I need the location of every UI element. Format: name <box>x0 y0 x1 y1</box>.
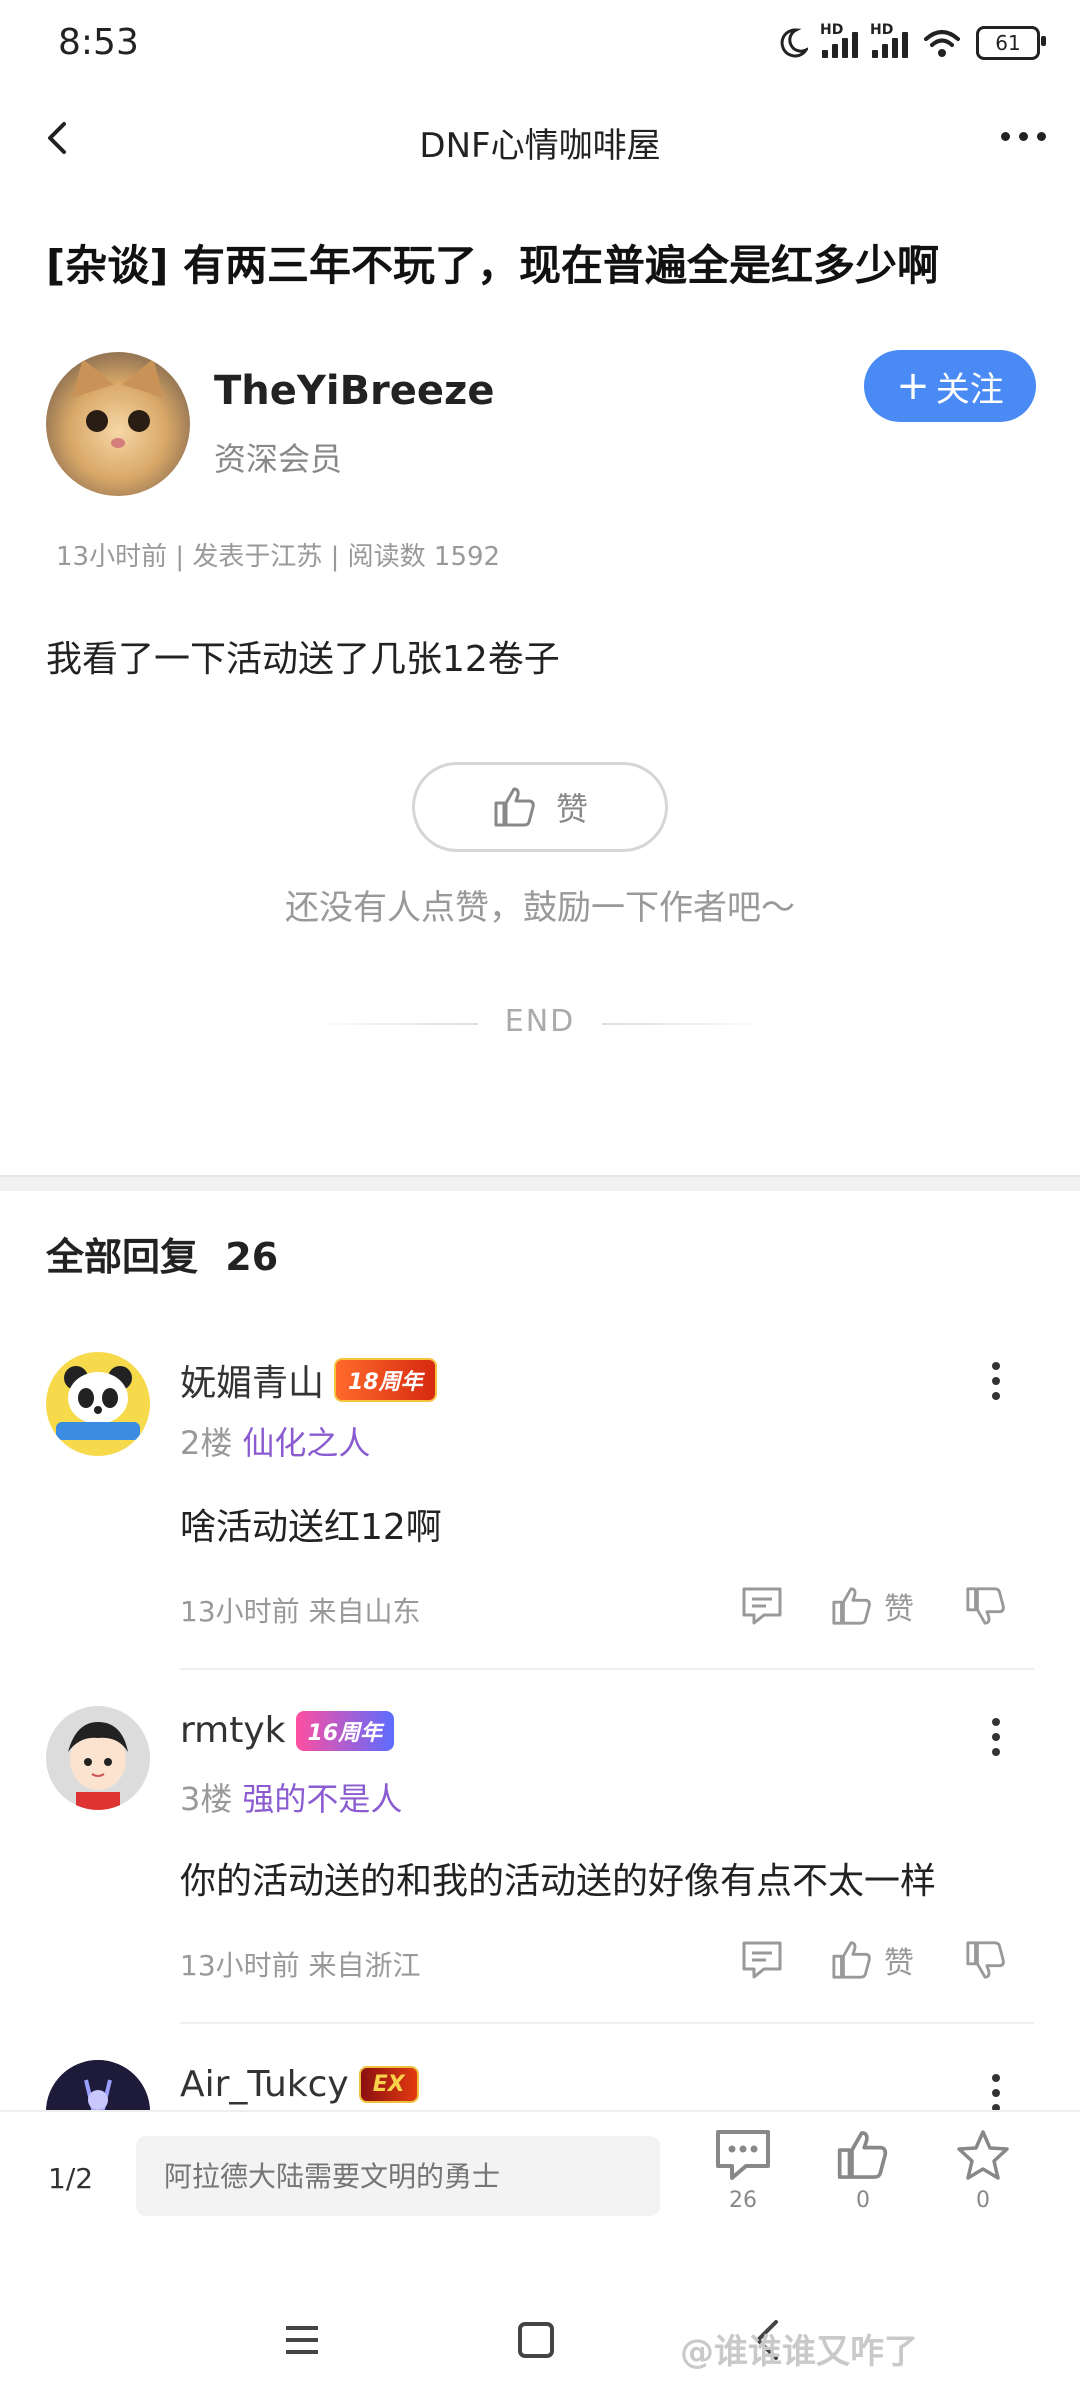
like-count: 0 <box>856 2188 870 2213</box>
reply-name: 妩媚青山 <box>180 1363 325 1404</box>
thumbs-up-icon <box>494 787 535 827</box>
floor-number: 3楼 <box>180 1780 233 1818</box>
reply-actions: 赞 <box>740 1584 1008 1628</box>
reply-more-icon[interactable] <box>990 1718 1002 1756</box>
comment-icon[interactable] <box>740 1585 784 1627</box>
page-indicator[interactable]: 1/2 <box>48 2162 93 2195</box>
reply-text: 啥活动送红12啊 <box>180 1507 442 1548</box>
plus-icon: + <box>896 363 930 409</box>
wifi-icon <box>924 30 960 57</box>
author-avatar[interactable] <box>46 352 190 496</box>
signal-icon: HD <box>820 22 858 58</box>
encourage-text: 还没有人点赞，鼓励一下作者吧～ <box>285 888 795 928</box>
star-icon <box>957 2130 1009 2180</box>
user-title: 仙化之人 <box>242 1424 371 1462</box>
reply-avatar[interactable] <box>46 1352 150 1456</box>
moon-icon <box>780 28 808 58</box>
replies-header: 全部回复 26 <box>46 1226 278 1281</box>
reply-divider <box>180 1668 1034 1670</box>
post-meta: 13小时前 | 发表于江苏 | 阅读数 1592 <box>56 542 501 572</box>
nav-bar: DNF心情咖啡屋 <box>0 90 1080 190</box>
reply-username[interactable]: Air_Tukcy EX <box>180 2064 419 2105</box>
reply-username[interactable]: 妩媚青山 18周年 <box>180 1354 437 1406</box>
post-like-button[interactable]: 赞 <box>412 762 668 852</box>
status-bar: 8:53 HD HD 61 <box>0 0 1080 90</box>
thumbs-down-icon[interactable] <box>964 1585 1008 1627</box>
fav-count: 0 <box>976 2188 990 2213</box>
like-label: 赞 <box>555 790 588 828</box>
reply-input[interactable] <box>136 2136 660 2216</box>
follow-label: 关注 <box>935 369 1004 410</box>
thumbs-down-icon[interactable] <box>964 1939 1008 1981</box>
reply-floor: 3楼 强的不是人 <box>180 1774 402 1820</box>
replies-count: 26 <box>225 1235 279 1279</box>
favorite-button[interactable]: 0 <box>948 2128 1018 2213</box>
follow-button[interactable]: + 关注 <box>864 350 1036 422</box>
status-time: 8:53 <box>58 22 139 63</box>
reply-actions: 赞 <box>740 1938 1008 1982</box>
post-body: 我看了一下活动送了几张12卷子 <box>46 639 560 680</box>
anniversary-badge: 16周年 <box>295 1710 395 1751</box>
home-icon[interactable] <box>516 2320 556 2360</box>
thumbs-up-icon[interactable] <box>830 1585 874 1627</box>
battery-icon: 61 <box>976 26 1046 60</box>
cartoon-avatar-icon <box>68 1722 128 1810</box>
reply-more-icon[interactable] <box>990 2074 1002 2112</box>
hd-label: HD <box>870 22 894 38</box>
status-icons: HD HD 61 <box>776 22 1046 60</box>
reply-divider <box>180 2022 1034 2024</box>
comment-icon <box>716 2130 770 2180</box>
page-title: DNF心情咖啡屋 <box>419 126 661 166</box>
author-role: 资深会员 <box>214 440 343 478</box>
reply-floor: 2楼 仙化之人 <box>180 1418 370 1464</box>
user-title: 强的不是人 <box>242 1780 403 1818</box>
like-label[interactable]: 赞 <box>884 1584 914 1628</box>
comments-button[interactable]: 26 <box>708 2128 778 2213</box>
reply-avatar[interactable] <box>46 1706 150 1810</box>
reply-username[interactable]: rmtyk 16周年 <box>180 1710 395 1751</box>
end-marker: END <box>504 1004 576 1039</box>
post-title: [杂谈] 有两三年不玩了，现在普遍全是红多少啊 <box>46 241 940 290</box>
like-button[interactable]: 0 <box>828 2128 898 2213</box>
more-icon[interactable] <box>1001 132 1046 141</box>
comment-count: 26 <box>729 2188 757 2213</box>
signal-icon: HD <box>870 22 908 58</box>
reply-meta: 13小时前 来自山东 <box>180 1595 421 1628</box>
thumbs-up-icon[interactable] <box>830 1939 874 1981</box>
menu-icon[interactable] <box>282 2320 322 2360</box>
reply-more-icon[interactable] <box>990 1362 1002 1400</box>
reply-text: 你的活动送的和我的活动送的好像有点不太一样 <box>180 1861 937 1902</box>
floor-number: 2楼 <box>180 1424 233 1462</box>
reply-name: rmtyk <box>180 1710 286 1751</box>
like-label[interactable]: 赞 <box>884 1938 914 1982</box>
reply-meta: 13小时前 来自浙江 <box>180 1949 421 1982</box>
thumbs-up-icon <box>837 2131 888 2179</box>
replies-label: 全部回复 <box>46 1235 199 1279</box>
panda-avatar-icon <box>56 1366 140 1440</box>
anniversary-badge: 18周年 <box>334 1358 437 1402</box>
watermark: @谁谁谁又咋了 <box>680 2332 918 2372</box>
reply-name: Air_Tukcy <box>180 2064 349 2105</box>
section-divider <box>0 1175 1080 1191</box>
hd-label: HD <box>820 22 844 38</box>
system-nav <box>0 2300 1080 2400</box>
author-name[interactable]: TheYiBreeze <box>214 368 494 414</box>
ex-badge: EX <box>358 2066 419 2103</box>
comment-icon[interactable] <box>740 1939 784 1981</box>
